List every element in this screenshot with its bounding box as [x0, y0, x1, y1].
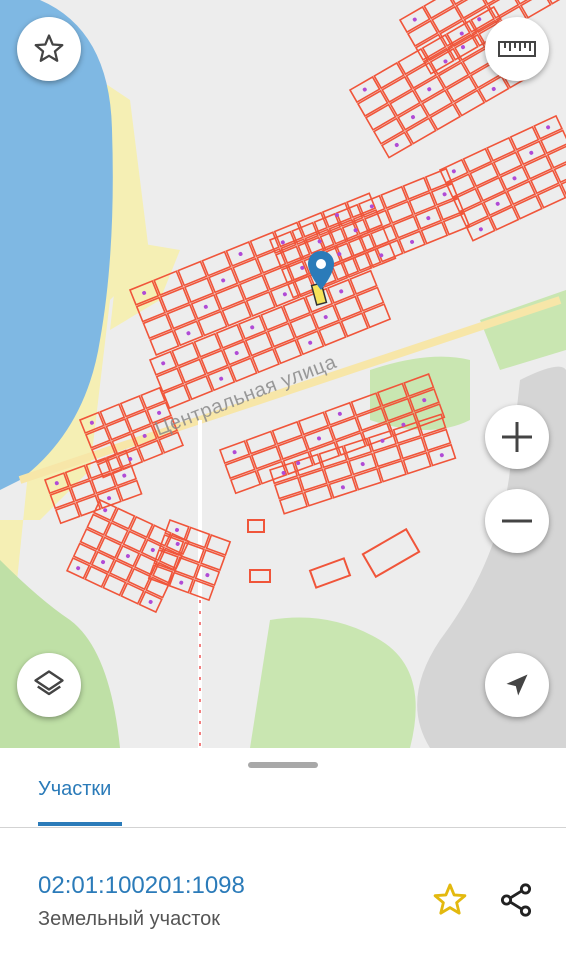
plus-icon [502, 422, 532, 452]
ruler-icon [498, 41, 536, 57]
favorite-button[interactable] [17, 17, 81, 81]
sheet-drag-handle[interactable] [248, 762, 318, 768]
minus-icon [502, 519, 532, 523]
zoom-out-button[interactable] [485, 489, 549, 553]
bottom-sheet: Участки 02:01:100201:1098 Земельный учас… [0, 748, 566, 960]
map-view[interactable]: Центральная улица [0, 0, 566, 748]
layers-button[interactable] [17, 653, 81, 717]
navigation-arrow-icon [506, 674, 528, 696]
ruler-button[interactable] [485, 17, 549, 81]
share-button[interactable] [494, 878, 538, 922]
my-location-button[interactable] [485, 653, 549, 717]
tab-parcels[interactable]: Участки [38, 778, 111, 801]
divider [0, 827, 566, 828]
star-outline-icon [34, 34, 64, 62]
favorite-parcel-button[interactable] [428, 878, 472, 922]
object-type: Земельный участок [38, 908, 221, 930]
map-pin-icon[interactable] [306, 250, 336, 292]
cadastral-number[interactable]: 02:01:100201:1098 [38, 872, 245, 900]
layers-icon [34, 670, 64, 696]
share-icon [500, 883, 532, 917]
tab-indicator [38, 822, 122, 826]
zoom-in-button[interactable] [485, 405, 549, 469]
star-outline-icon [433, 883, 467, 915]
